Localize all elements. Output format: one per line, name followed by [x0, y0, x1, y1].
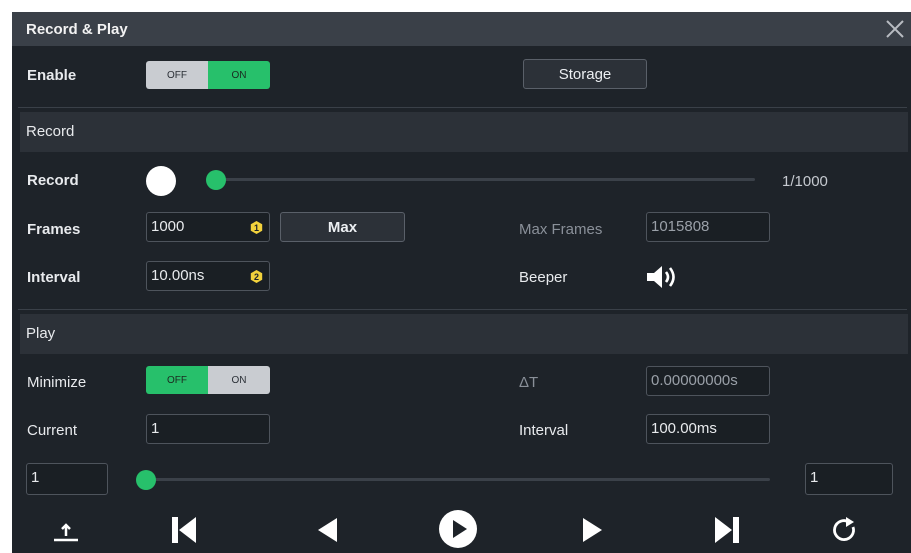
play-section-header: Play — [20, 314, 908, 354]
close-icon[interactable] — [881, 15, 909, 43]
play-section-title: Play — [26, 325, 56, 342]
record-label: Record — [27, 172, 79, 189]
range-start-input[interactable]: 1 — [26, 463, 108, 495]
current-value: 1 — [151, 420, 160, 437]
title-bar: Record & Play — [12, 12, 911, 46]
repeat-icon[interactable] — [829, 514, 861, 546]
play-interval-input[interactable]: 100.00ms — [646, 414, 770, 444]
record-frame-count: 1/1000 — [782, 173, 828, 190]
record-section-header: Record — [20, 112, 908, 152]
play-interval-label: Interval — [519, 422, 569, 439]
svg-text:1: 1 — [254, 223, 259, 233]
max-button[interactable]: Max — [280, 212, 405, 242]
record-button[interactable] — [146, 166, 176, 196]
max-frames-field: 1015808 — [646, 212, 770, 242]
play-reverse-icon[interactable] — [313, 515, 343, 545]
record-slider-knob[interactable] — [206, 170, 226, 190]
range-end-value: 1 — [810, 469, 819, 486]
interval-label: Interval — [27, 269, 81, 286]
play-slider-track[interactable] — [146, 478, 770, 481]
range-start-value: 1 — [31, 469, 40, 486]
range-end-input[interactable]: 1 — [805, 463, 893, 495]
svg-text:2: 2 — [254, 272, 259, 282]
max-frames-label: Max Frames — [519, 221, 603, 238]
current-input[interactable]: 1 — [146, 414, 270, 444]
divider — [18, 309, 907, 310]
delta-t-field: 0.00000000s — [646, 366, 770, 396]
speaker-icon[interactable] — [644, 263, 680, 291]
max-frames-value: 1015808 — [651, 218, 710, 235]
badge-1-icon: 1 — [250, 221, 263, 234]
enable-label: Enable — [27, 67, 77, 84]
current-label: Current — [27, 422, 78, 439]
minimize-label: Minimize — [27, 374, 87, 391]
minimize-on-segment[interactable]: ON — [208, 366, 270, 394]
storage-button[interactable]: Storage — [523, 59, 647, 89]
enable-on-segment[interactable]: ON — [208, 61, 270, 89]
minimize-toggle[interactable]: OFF ON — [146, 366, 270, 394]
record-section-title: Record — [26, 123, 75, 140]
interval-value: 10.00ns — [151, 267, 205, 284]
frames-label: Frames — [27, 221, 81, 238]
divider — [18, 107, 907, 108]
skip-last-icon[interactable] — [711, 514, 743, 546]
dialog-title: Record & Play — [26, 21, 128, 38]
enable-off-segment[interactable]: OFF — [146, 61, 208, 89]
play-interval-value: 100.00ms — [651, 420, 717, 437]
record-slider-track[interactable] — [212, 178, 755, 181]
delta-t-value: 0.00000000s — [651, 372, 738, 389]
skip-first-icon[interactable] — [168, 514, 200, 546]
badge-2-icon: 2 — [250, 270, 263, 283]
minimize-off-segment[interactable]: OFF — [146, 366, 208, 394]
interval-input[interactable]: 10.00ns 2 — [146, 261, 270, 291]
frames-input[interactable]: 1000 1 — [146, 212, 270, 242]
beeper-label: Beeper — [519, 269, 568, 286]
play-slider-knob[interactable] — [136, 470, 156, 490]
enable-toggle[interactable]: OFF ON — [146, 61, 270, 89]
play-forward-icon[interactable] — [577, 515, 607, 545]
export-icon[interactable] — [50, 515, 82, 545]
delta-t-label: ΔT — [519, 374, 539, 391]
record-play-dialog: Record & Play Enable OFF ON Storage Reco… — [12, 12, 911, 553]
frames-value: 1000 — [151, 218, 185, 235]
play-icon[interactable] — [438, 509, 478, 549]
